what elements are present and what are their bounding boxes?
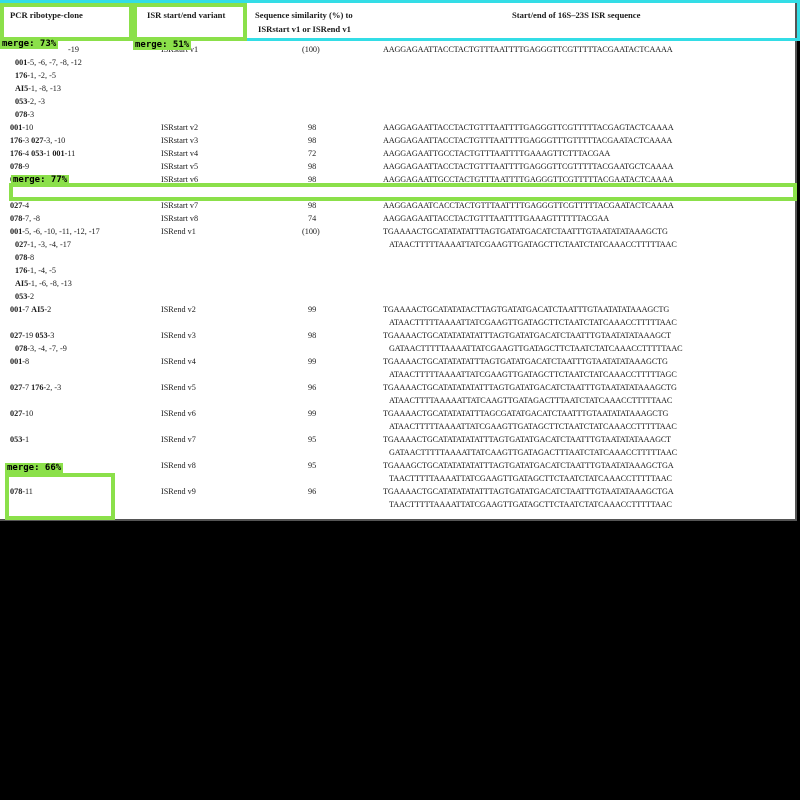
merge-tag-3: merge: 77%: [11, 175, 70, 185]
ribotype-cell: 001-5, -6, -7, -8, -12: [15, 57, 82, 67]
ribotype-cell: 078-7, -8: [10, 214, 41, 223]
variant-cell: ISRend v7: [161, 435, 196, 444]
sequence-cell: AAGGAGAATTACCTACTGTTTAATTTTGAGGGTTTGTTTT…: [383, 136, 673, 145]
sequence-cell: TGAAAACTGCATATATATTTAGTGATATGACATCTAATTT…: [383, 357, 668, 366]
variant-cell: ISRend v6: [161, 409, 196, 418]
variant-cell: ISRend v3: [161, 331, 196, 340]
variant-cell: ISRstart v3: [161, 136, 199, 145]
similarity-cell: (100): [302, 227, 320, 236]
ribotype-cell: -19: [68, 45, 79, 54]
sequence-cell: ATAACTTTTAAAAATTATCAAGTTGATAGACTTTAATCTA…: [389, 395, 673, 405]
variant-cell: ISRend v8: [161, 461, 196, 470]
document-page: PCR ribotype-clone ISR start/end variant…: [0, 0, 797, 521]
sequence-cell: ATAACTTTTTAAAATTATCGAAGTTGATAGCTTCTAATCT…: [389, 421, 677, 431]
similarity-cell: 98: [308, 162, 317, 171]
ribotype-cell: 078-3: [15, 109, 35, 119]
ribotype-cell: 053-1: [10, 435, 30, 444]
ribotype-cell: 027-10: [10, 409, 34, 418]
highlight-box-variant: [133, 3, 247, 41]
merge-tag-2: merge: 51%: [133, 40, 192, 50]
similarity-cell: (100): [302, 45, 320, 54]
ribotype-cell: 176-3 027-3, -10: [10, 136, 66, 145]
similarity-cell: 96: [308, 383, 317, 392]
ribotype-cell: 027-19 053-3: [10, 331, 55, 340]
similarity-cell: 99: [308, 305, 317, 314]
merge-tag-4: merge: 66%: [5, 463, 64, 473]
ribotype-cell: 053-2: [15, 291, 35, 301]
sequence-cell: TGAAAGCTGCATATATATATTTAGTGATATGACATCTAAT…: [383, 461, 674, 470]
similarity-cell: 98: [308, 331, 317, 340]
variant-cell: ISRend v1: [161, 227, 196, 236]
ribotype-cell: 001-8: [10, 357, 30, 366]
ribotype-cell: 176-1, -4, -5: [15, 265, 56, 275]
sequence-cell: TAACTTTTTAAAATTATCGAAGTTGATAGCTTCTAATCTA…: [389, 473, 672, 483]
ribotype-cell: 027-1, -3, -4, -17: [15, 239, 71, 249]
sequence-cell: GATAACTTTTTAAAATTATCAAGTTGATAGACTTTAATCT…: [389, 447, 678, 457]
sequence-cell: TGAAAACTGCATATATATTTAGTGATATGACATCTAATTT…: [383, 227, 668, 236]
sequence-cell: TGAAAACTGCATATATATTTAGCGATATGACATCTAATTT…: [383, 409, 669, 418]
ribotype-cell: 176-1, -2, -5: [15, 70, 56, 80]
similarity-cell: 99: [308, 409, 317, 418]
sequence-cell: AAGGAGAATCACCTACTGTTTAATTTTGAGGGTTCGTTTT…: [383, 201, 674, 210]
sequence-cell: ATAACTTTTTAAAATTATCGAAGTTGATAGCTTCTAATCT…: [389, 317, 677, 327]
similarity-cell: 72: [308, 149, 317, 158]
ribotype-cell: 176-4 053-1 001-11: [10, 149, 76, 158]
ribotype-cell: 078-3, -4, -7, -9: [15, 343, 67, 353]
ribotype-cell: 001-10: [10, 123, 34, 132]
sequence-cell: ATAACTTTTTAAAATTATCGAAGTTGATAGCTTCTAATCT…: [389, 239, 677, 249]
sequence-cell: AAGGAGAATTACCTACTGTTTAATTTTGAGGGTTCGTTTT…: [383, 123, 674, 132]
similarity-cell: 99: [308, 357, 317, 366]
similarity-cell: 74: [308, 214, 317, 223]
sequence-cell: TGAAAACTGCATATATATATTTAGTGATATGACATCTAAT…: [383, 435, 672, 444]
highlight-box-row: [9, 183, 797, 201]
ribotype-cell: 027-4: [10, 201, 30, 210]
similarity-cell: 98: [308, 201, 317, 210]
sequence-cell: AAGGAGAATTACCTACTGTTTAATTTTGAGGGTTCGTTTT…: [383, 45, 673, 54]
sequence-cell: AAGGAGAATTACCTACTGTTTAATTTTGAAAGTTTTTTAC…: [383, 214, 610, 223]
sequence-cell: GATAACTTTTTAAAATTATCGAAGTTGATAGCTTCTAATC…: [389, 343, 683, 353]
ribotype-cell: 001-7 AI5-2: [10, 305, 52, 314]
sequence-cell: AAGGAGAATTACCTACTGTTTAATTTTGAGGGTTCGTTTT…: [383, 162, 674, 171]
ribotype-cell: 001-5, -6, -10, -11, -12, -17: [10, 227, 100, 236]
sequence-cell: TGAAAACTGCATATATATATTTAGTGATATGACATCTAAT…: [383, 383, 677, 392]
sequence-cell: ATAACTTTTTAAAATTATCGAAGTTGATAGCTTCTAATCT…: [389, 369, 677, 379]
merge-tag-1: merge: 73%: [0, 39, 59, 49]
sequence-cell: TAACTTTTTAAAATTATCGAAGTTGATAGCTTCTAATCTA…: [389, 499, 672, 509]
similarity-cell: 98: [308, 123, 317, 132]
sequence-cell: AAGGAGAATTGCCTACTGTTTAATTTTGAAAGTTCTTTAC…: [383, 149, 611, 158]
sequence-cell: TGAAAACTGCATATATACTTAGTGATATGACATCTAATTT…: [383, 305, 670, 314]
sequence-cell: TGAAAACTGCATATATATATTTAGTGATATGACATCTAAT…: [383, 487, 674, 496]
ribotype-cell: AI5-1, -6, -8, -13: [15, 278, 72, 288]
ribotype-cell: AI5-1, -8, -13: [15, 83, 61, 93]
highlight-box-bottom: [5, 473, 115, 520]
variant-cell: ISRstart v8: [161, 214, 199, 223]
similarity-cell: 98: [308, 136, 317, 145]
similarity-cell: 96: [308, 487, 317, 496]
ribotype-cell: 027-7 176-2, -3: [10, 383, 62, 392]
ribotype-cell: 078-8: [15, 252, 35, 262]
variant-cell: ISRend v9: [161, 487, 196, 496]
similarity-cell: 95: [308, 461, 317, 470]
variant-cell: ISRend v5: [161, 383, 196, 392]
variant-cell: ISRstart v2: [161, 123, 199, 132]
similarity-cell: 95: [308, 435, 317, 444]
ribotype-cell: 078-9: [10, 162, 30, 171]
variant-cell: ISRstart v7: [161, 201, 199, 210]
ribotype-cell: 053-2, -3: [15, 96, 46, 106]
variant-cell: ISRstart v4: [161, 149, 199, 158]
variant-cell: ISRend v4: [161, 357, 196, 366]
sequence-cell: TGAAAACTGCATATATATATTTAGTGATATGACATCTAAT…: [383, 331, 672, 340]
highlight-box-ribotype: [0, 3, 133, 41]
variant-cell: ISRstart v5: [161, 162, 199, 171]
variant-cell: ISRend v2: [161, 305, 196, 314]
